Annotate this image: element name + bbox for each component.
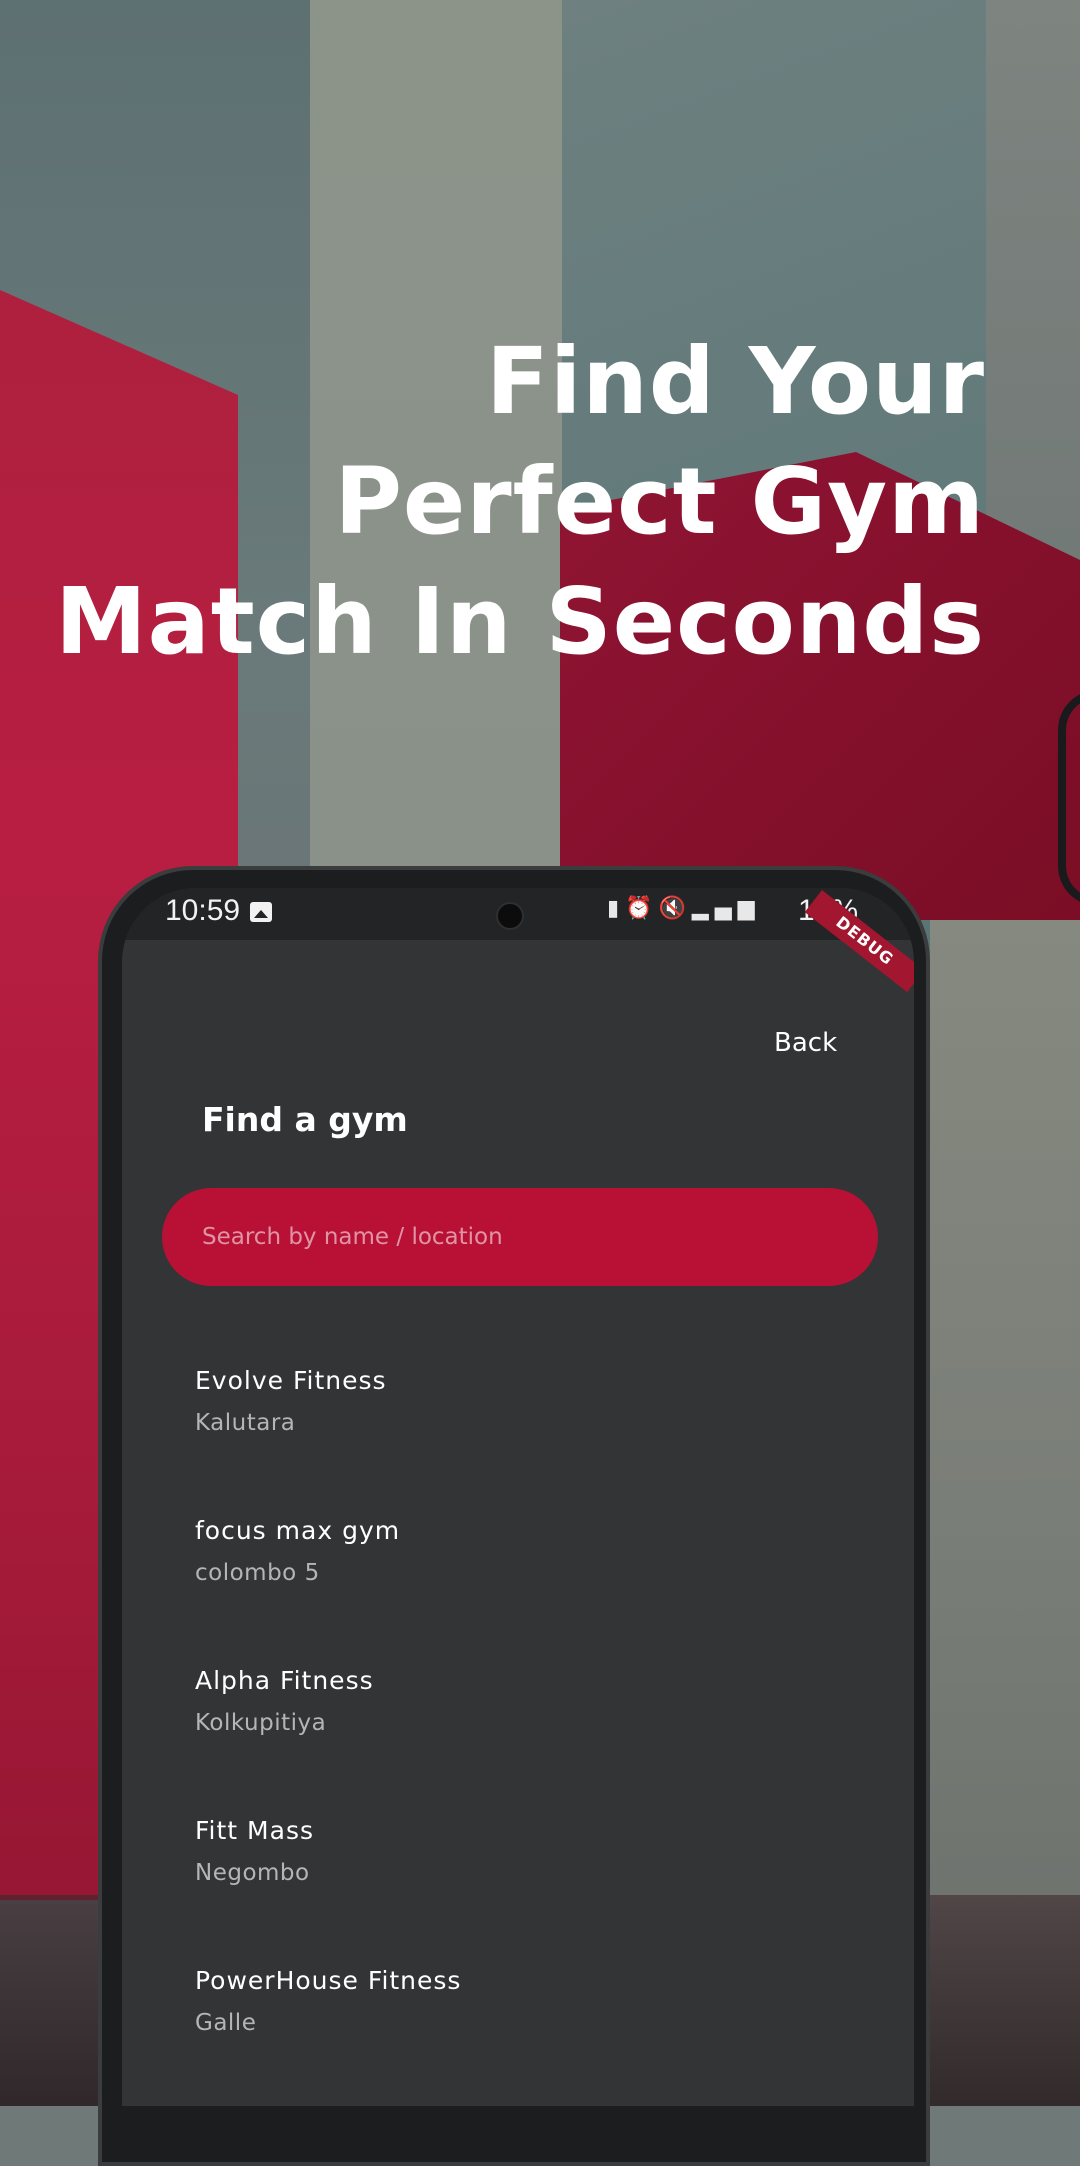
alarm-icon: ⏰ <box>625 896 659 921</box>
headline-line: Find Your <box>485 328 985 435</box>
mute-icon: 🔇 <box>658 896 692 921</box>
promo-headline: Find Your Perfect Gym Match In Seconds <box>55 322 985 682</box>
gym-name: Fitt Mass <box>195 1816 314 1845</box>
page-title: Find a gym <box>202 1100 408 1139</box>
list-item[interactable]: Fitt Mass Negombo <box>195 1816 835 1966</box>
background-device-edge <box>1058 690 1080 906</box>
search-input[interactable]: Search by name / location <box>162 1188 878 1286</box>
gym-name: Alpha Fitness <box>195 1666 374 1695</box>
front-camera <box>496 902 524 930</box>
search-placeholder: Search by name / location <box>202 1224 503 1250</box>
battery-saver-icon: ▮ <box>607 896 626 921</box>
gym-list: Evolve Fitness Kalutara focus max gym co… <box>195 1366 835 2106</box>
list-item[interactable]: Alpha Fitness Kolkupitiya <box>195 1666 835 1816</box>
debug-banner: DEBUG <box>804 890 914 993</box>
status-time: 10:59 <box>165 894 241 927</box>
status-bar: 10:59 ▮⏰🔇▂▄▆ 16% DEBUG <box>122 888 914 993</box>
status-icons: ▮⏰🔇▂▄▆ <box>607 896 761 921</box>
list-item[interactable]: PowerHouse Fitness Galle <box>195 1966 835 2106</box>
gym-name: Evolve Fitness <box>195 1366 387 1395</box>
gym-location: Negombo <box>195 1860 310 1886</box>
gym-location: colombo 5 <box>195 1560 320 1586</box>
gym-location: Galle <box>195 2010 257 2036</box>
headline-line: Match In Seconds <box>55 568 985 675</box>
gym-location: Kolkupitiya <box>195 1710 327 1736</box>
gym-name: PowerHouse Fitness <box>195 1966 462 1995</box>
signal-icon: ▂▄▆ <box>691 896 761 921</box>
phone-screen: 10:59 ▮⏰🔇▂▄▆ 16% DEBUG Back Find a gym S… <box>122 888 914 2106</box>
gallery-icon <box>250 902 272 922</box>
headline-line: Perfect Gym <box>334 448 985 555</box>
gym-location: Kalutara <box>195 1410 296 1436</box>
back-button[interactable]: Back <box>774 1028 837 1058</box>
list-item[interactable]: Evolve Fitness Kalutara <box>195 1366 835 1516</box>
gym-name: focus max gym <box>195 1516 401 1545</box>
list-item[interactable]: focus max gym colombo 5 <box>195 1516 835 1666</box>
